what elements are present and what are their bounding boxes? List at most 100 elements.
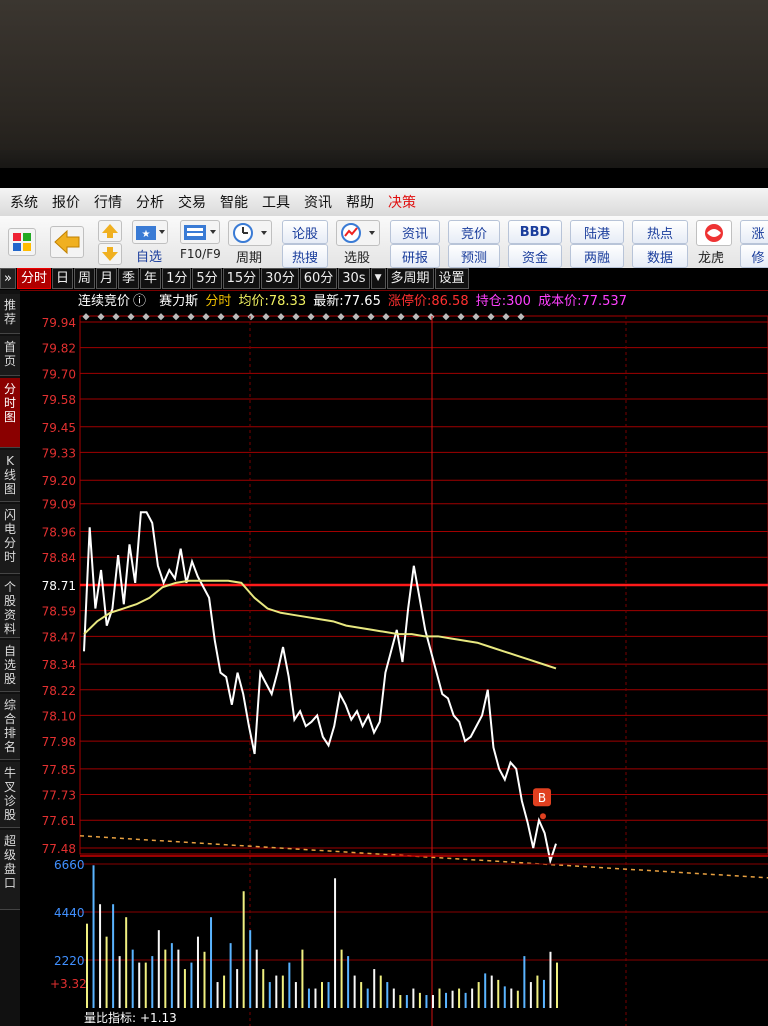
menu-bar: 系统 报价 行情 分析 交易 智能 工具 资讯 帮助 决策 [0, 188, 768, 217]
cost-price-line [79, 835, 768, 879]
period-tab[interactable]: 30s [338, 268, 370, 289]
volume-bar [490, 975, 493, 1008]
period-tab[interactable]: 年 [140, 268, 162, 289]
y-tick-label: 77.98 [42, 735, 76, 749]
dragon-tiger-icon[interactable] [696, 220, 732, 246]
favorite-folder-icon[interactable]: ★ [132, 220, 168, 244]
period-tab[interactable]: 日 [51, 268, 73, 289]
period-tab[interactable]: 季 [118, 268, 140, 289]
stock-name: 赛力斯 [159, 294, 199, 309]
xuangu-label[interactable]: 选股 [344, 247, 370, 266]
volume-bar [99, 904, 102, 1008]
auction-diamond-icon [457, 313, 465, 321]
yanbao-button[interactable]: 研报 [390, 244, 440, 268]
auction-diamond-icon [307, 313, 315, 321]
volume-bar [223, 975, 226, 1008]
period-tab[interactable]: 设置 [434, 268, 469, 289]
auction-diamond-icon [262, 313, 270, 321]
zijin-button[interactable]: 资金 [508, 244, 562, 268]
menu-item[interactable]: 智能 [220, 192, 248, 212]
menu-item[interactable]: 分析 [136, 192, 164, 212]
volume-bar [281, 975, 284, 1008]
period-tab[interactable]: 5分 [192, 268, 222, 289]
redian-button[interactable]: 热点 [632, 220, 688, 244]
price-line [83, 511, 557, 865]
volume-bar [458, 988, 461, 1008]
volume-bar [301, 949, 304, 1008]
down-arrow-icon[interactable] [98, 243, 122, 265]
auction-diamond-icon [82, 313, 90, 321]
grid-icon[interactable] [8, 228, 36, 256]
period-tab[interactable]: 分时 [16, 268, 51, 289]
menu-item[interactable]: 资讯 [304, 192, 332, 212]
period-tab[interactable]: 15分 [222, 268, 261, 289]
expand-icon[interactable]: » [0, 268, 16, 289]
yuce-button[interactable]: 预测 [448, 244, 500, 268]
resou-button[interactable]: 热搜 [282, 244, 328, 268]
lugang-button[interactable]: 陆港 [570, 220, 624, 244]
clock-period-icon[interactable] [228, 220, 272, 246]
f10-label[interactable]: F10/F9 [180, 247, 221, 261]
buy-point [540, 813, 546, 820]
volume-bar [399, 995, 402, 1008]
y-tick-label: 79.58 [42, 393, 76, 407]
stock-picker-icon[interactable] [336, 220, 380, 246]
xiu-button[interactable]: 修 [740, 244, 768, 268]
volume-bar [203, 951, 206, 1008]
zixuan-label[interactable]: 自选 [136, 246, 162, 265]
menu-item[interactable]: 帮助 [346, 192, 374, 212]
volume-tick-label: 6660 [54, 858, 85, 872]
y-tick-label: 77.48 [42, 842, 76, 856]
shuju-button[interactable]: 数据 [632, 244, 688, 268]
jingjia-button[interactable]: 竞价 [448, 220, 500, 244]
y-tick-label: 78.34 [42, 658, 76, 672]
menu-item[interactable]: 交易 [178, 192, 206, 212]
menu-item[interactable]: 系统 [10, 192, 38, 212]
y-tick-label: 79.94 [42, 316, 76, 330]
volume-bar [170, 943, 173, 1008]
menu-item[interactable]: 报价 [52, 192, 80, 212]
zhouqi-label[interactable]: 周期 [236, 247, 262, 266]
intraday-chart[interactable]: 79.94 79.82 79.70 79.58 79.45 79.33 79.20 79.09… [0, 308, 768, 1026]
liangrong-button[interactable]: 两融 [570, 244, 624, 268]
period-tab[interactable]: 月 [96, 268, 118, 289]
menu-item[interactable]: 决策 [388, 192, 416, 212]
volume-bar [151, 956, 154, 1008]
back-arrow-icon[interactable] [50, 226, 84, 258]
volume-bar [542, 979, 545, 1008]
volume-bar [477, 982, 480, 1008]
up-arrow-icon[interactable] [98, 220, 122, 242]
auction-diamond-icon [367, 313, 375, 321]
volume-bar [118, 956, 121, 1008]
volume-bar [503, 986, 506, 1008]
auction-diamond-icon [427, 313, 435, 321]
period-tab[interactable]: 周 [74, 268, 96, 289]
volume-bar [314, 988, 317, 1008]
auction-diamond-icon [292, 313, 300, 321]
period-tab[interactable]: 1分 [162, 268, 192, 289]
volume-bar [425, 995, 428, 1008]
bbd-button[interactable]: BBD [508, 220, 562, 244]
avg-value: 78.33 [268, 294, 307, 309]
period-tab[interactable]: 60分 [299, 268, 338, 289]
dropdown-arrow-icon[interactable]: ▼ [370, 268, 386, 289]
auction-diamond-icon [502, 313, 510, 321]
longhu-label[interactable]: 龙虎 [698, 247, 724, 266]
zixun-button[interactable]: 资讯 [390, 220, 440, 244]
lungu-button[interactable]: 论股 [282, 220, 328, 244]
menu-item[interactable]: 工具 [262, 192, 290, 212]
f10-icon[interactable] [180, 220, 220, 244]
volume-bar [431, 995, 434, 1008]
y-tick-label: 77.73 [42, 789, 76, 803]
auction-diamond-icon [142, 313, 150, 321]
info-circle-icon[interactable]: ⓘ [133, 294, 146, 309]
volume-bar [379, 975, 382, 1008]
y-tick-label: 78.96 [42, 526, 76, 540]
period-tab[interactable]: 多周期 [386, 268, 434, 289]
y-tick-label: 78.71 [42, 579, 76, 593]
menu-item[interactable]: 行情 [94, 192, 122, 212]
svg-text:★: ★ [142, 229, 151, 240]
period-tab[interactable]: 30分 [261, 268, 299, 289]
zhang-button[interactable]: 涨 [740, 220, 768, 244]
trading-app-window: 系统 报价 行情 分析 交易 智能 工具 资讯 帮助 决策 ★ 自选 F10/F9 周期 论股 热… [0, 168, 768, 1026]
